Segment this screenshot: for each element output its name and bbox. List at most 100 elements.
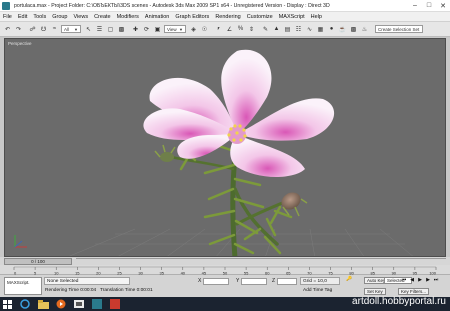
axis-tripod (14, 235, 27, 248)
app-5-logo-icon (110, 299, 120, 309)
auto-key-label: Auto Key (367, 278, 386, 283)
menu-edit[interactable]: Edit (18, 14, 27, 20)
next-frame-icon[interactable]: ▶ (424, 276, 432, 283)
schematic-view-icon[interactable]: ▦ (316, 25, 325, 34)
menu-rendering[interactable]: Rendering (215, 14, 240, 20)
3dsmax-taskbar-icon[interactable] (90, 297, 104, 311)
pivot-center-icon[interactable]: ◈ (189, 25, 198, 34)
select-rotate-icon[interactable]: ⟳ (142, 25, 151, 34)
menu-help[interactable]: Help (311, 14, 322, 20)
title-bar: portulaca.max - Project Folder: C:\ОБЪЕК… (0, 0, 450, 12)
menu-file[interactable]: File (3, 14, 12, 20)
unlink-icon[interactable]: ☋ (39, 25, 48, 34)
windows-logo-icon (2, 299, 12, 309)
menu-customize[interactable]: Customize (247, 14, 273, 20)
add-time-tag[interactable]: Add Time Tag (303, 288, 332, 293)
folder-icon[interactable] (36, 297, 50, 311)
render-setup-icon[interactable]: ☕ (338, 25, 347, 34)
curve-editor-icon[interactable]: ∿ (305, 25, 314, 34)
redo-icon[interactable]: ↷ (14, 25, 23, 34)
viewport-scene (14, 49, 413, 256)
set-key-button[interactable]: Set Key (364, 288, 386, 295)
translation-time: Translation Time 0:00:01 (100, 288, 153, 293)
rendered-frame-icon[interactable]: ▩ (349, 25, 358, 34)
time-track[interactable] (76, 258, 446, 264)
mirror-icon[interactable]: ▲ (272, 25, 281, 34)
select-manipulate-icon[interactable]: ☉ (200, 25, 209, 34)
app-icon[interactable] (2, 1, 10, 10)
playback-controls: ⏮ ◀ ▶ ▶ ⏭ (400, 276, 440, 283)
menu-graph-editors[interactable]: Graph Editors (175, 14, 209, 20)
perspective-viewport[interactable]: Perspective (4, 38, 446, 257)
media-player-icon[interactable] (54, 297, 68, 311)
app-icon-3[interactable] (72, 297, 86, 311)
menu-bar: File Edit Tools Group Views Create Modif… (0, 12, 450, 22)
windows-start-icon[interactable] (0, 297, 14, 311)
link-icon[interactable]: ☍ (28, 25, 37, 34)
reference-coord-dropdown[interactable]: View ▼ (164, 25, 186, 33)
selection-status: None Selected (44, 277, 130, 285)
grid-text: Grid = 10,0 (303, 278, 327, 284)
spinner-snap-icon[interactable]: ⇕ (247, 25, 256, 34)
x-field[interactable] (203, 277, 230, 285)
time-slider[interactable]: 0 / 100 (4, 257, 72, 265)
time-bar: 0 / 100 (0, 257, 450, 265)
maximize-icon[interactable]: □ (422, 0, 436, 12)
play-icon[interactable]: ▶ (416, 276, 424, 283)
chevron-down-icon: ▼ (179, 26, 183, 32)
selection-text: None Selected (47, 278, 79, 284)
minimize-icon[interactable]: – (408, 0, 422, 12)
menu-create[interactable]: Create (94, 14, 111, 20)
selection-region-icon[interactable]: ▢ (106, 25, 115, 34)
angle-snap-icon[interactable]: ∠ (225, 25, 234, 34)
snap-toggle-icon[interactable]: ⎖ (214, 25, 223, 34)
go-to-end-icon[interactable]: ⏭ (432, 276, 440, 283)
coord-y: Y (236, 277, 268, 285)
z-field[interactable] (277, 277, 298, 285)
edit-named-selection-icon[interactable]: ✎ (261, 25, 270, 34)
large-bud (281, 192, 308, 217)
menu-views[interactable]: Views (74, 14, 89, 20)
close-icon[interactable]: ✕ (436, 0, 450, 12)
go-to-start-icon[interactable]: ⏮ (400, 276, 408, 283)
chevron-down-icon: ▼ (421, 27, 422, 32)
ground-grid (69, 228, 413, 256)
x-label: X (198, 278, 202, 284)
menu-maxscript[interactable]: MAXScript (279, 14, 305, 20)
y-field[interactable] (241, 277, 268, 285)
menu-group[interactable]: Group (52, 14, 67, 20)
named-selection-dropdown[interactable]: Create Selection Set▼ (375, 25, 423, 33)
window-controls: – □ ✕ (408, 0, 450, 12)
layer-manager-icon[interactable]: ☷ (294, 25, 303, 34)
material-editor-icon[interactable]: ● (327, 25, 336, 34)
named-selection-value: Create Selection Set (378, 26, 420, 32)
app-3-logo-icon (74, 300, 84, 308)
menu-animation[interactable]: Animation (145, 14, 169, 20)
undo-icon[interactable]: ↶ (3, 25, 12, 34)
key-icon[interactable]: 🔑 (346, 277, 352, 282)
chevron-down-icon: ▼ (74, 26, 78, 32)
track-bar[interactable]: 0 5 10 15 20 25 30 35 40 45 50 55 60 65 70 75 80 85 90 95 10… (0, 265, 450, 275)
quick-render-icon[interactable]: ♨ (360, 25, 369, 34)
3dsmax-logo-icon (92, 299, 102, 309)
app-icon-5[interactable] (108, 297, 122, 311)
window-crossing-icon[interactable]: ▩ (117, 25, 126, 34)
select-move-icon[interactable]: ✚ (131, 25, 140, 34)
menu-modifiers[interactable]: Modifiers (117, 14, 139, 20)
previous-frame-icon[interactable]: ◀ (408, 276, 416, 283)
select-by-name-icon[interactable]: ☰ (95, 25, 104, 34)
media-logo-icon (56, 299, 66, 309)
select-scale-icon[interactable]: ▣ (153, 25, 162, 34)
y-label: Y (236, 278, 240, 284)
viewport-label[interactable]: Perspective (8, 41, 32, 46)
select-object-icon[interactable]: ↖ (84, 25, 93, 34)
maxscript-listener[interactable]: MAXScript. (4, 277, 42, 295)
key-filters-button[interactable]: Key Filters... (398, 288, 430, 295)
percent-snap-icon[interactable]: % (236, 25, 245, 34)
align-icon[interactable]: ▤ (283, 25, 292, 34)
ie-icon[interactable] (18, 297, 32, 311)
menu-tools[interactable]: Tools (33, 14, 46, 20)
small-bud (154, 144, 176, 162)
bind-space-warp-icon[interactable]: ≈ (50, 25, 59, 34)
selection-filter-dropdown[interactable]: All ▼ (61, 25, 81, 33)
